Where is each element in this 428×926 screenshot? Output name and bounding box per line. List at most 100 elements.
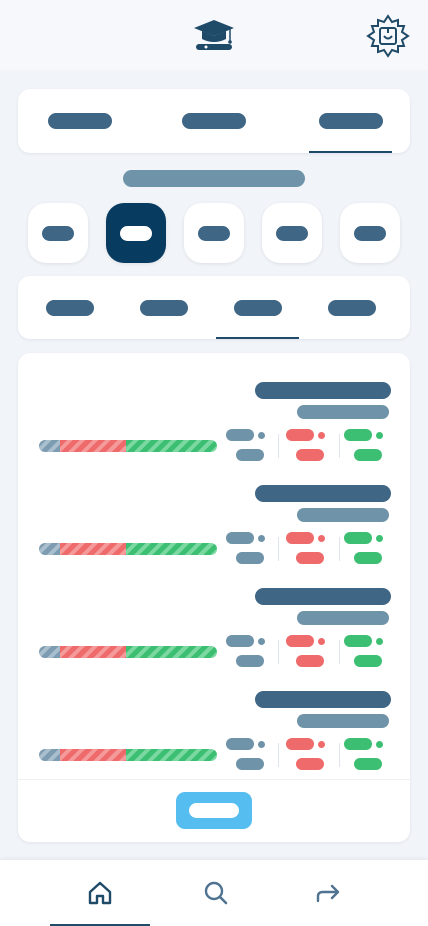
progress-segment-green: [126, 440, 217, 452]
filter-chip-4[interactable]: [262, 203, 322, 263]
progress-segment-grey: [39, 543, 60, 555]
chip-label: [42, 225, 74, 241]
stat-value: [286, 429, 314, 441]
progress-segment-green: [126, 543, 217, 555]
subtab-label: [328, 299, 376, 316]
tab-2[interactable]: [152, 89, 276, 153]
status-dot: [318, 535, 325, 542]
chip-label: [120, 225, 152, 241]
tab-label: [182, 113, 246, 129]
status-dot: [258, 741, 265, 748]
progress-segment-red: [60, 543, 126, 555]
results-list: [18, 353, 410, 842]
filter-chip-1[interactable]: [28, 203, 88, 263]
stat-value: [354, 552, 382, 564]
tab-label: [318, 113, 383, 129]
progress-segment-green: [126, 749, 217, 761]
tab-3[interactable]: [309, 89, 392, 153]
load-more-button[interactable]: [176, 792, 252, 829]
nav-search[interactable]: [166, 860, 266, 926]
subtab-2[interactable]: [122, 276, 206, 339]
search-icon: [204, 881, 228, 905]
list-item[interactable]: [18, 465, 410, 568]
graduation-cap-icon: [194, 20, 234, 50]
list-item[interactable]: [18, 671, 410, 774]
filter-chip-row: [28, 203, 400, 263]
app-header: [0, 0, 428, 70]
item-title: [255, 691, 391, 708]
tab-1[interactable]: [18, 89, 141, 153]
tab-label: [47, 113, 112, 129]
item-subtitle: [297, 714, 389, 728]
filter-chip-3[interactable]: [184, 203, 244, 263]
stat-value: [296, 449, 324, 461]
subtab-4[interactable]: [310, 276, 394, 339]
stat-value: [354, 449, 382, 461]
section-heading: [123, 170, 305, 187]
status-dot: [258, 638, 265, 645]
status-dot: [376, 638, 383, 645]
stat-value: [286, 532, 314, 544]
progress-segment-green: [126, 646, 217, 658]
progress-segment-grey: [39, 646, 60, 658]
button-label: [189, 803, 239, 818]
divider: [339, 434, 340, 458]
filter-chip-2[interactable]: [106, 203, 166, 263]
subtab-1[interactable]: [28, 276, 112, 339]
progress-bar: [39, 440, 217, 452]
list-item[interactable]: [18, 568, 410, 671]
item-subtitle: [297, 405, 389, 419]
chip-label: [276, 225, 308, 241]
stat-value: [236, 758, 264, 770]
stat-value: [354, 758, 382, 770]
chip-label: [198, 225, 230, 241]
progress-segment-grey: [39, 749, 60, 761]
divider: [278, 640, 279, 664]
nav-share[interactable]: [278, 860, 378, 926]
divider: [278, 743, 279, 767]
stat-value: [296, 655, 324, 667]
divider: [339, 640, 340, 664]
status-dot: [376, 432, 383, 439]
stat-value: [286, 738, 314, 750]
chip-label: [354, 225, 386, 241]
ornament-badge-icon[interactable]: [364, 12, 412, 60]
share-arrow-icon: [316, 884, 340, 903]
subtab-label: [140, 299, 188, 316]
stat-value: [286, 635, 314, 647]
divider: [278, 434, 279, 458]
subtab-label: [233, 299, 282, 316]
nav-home[interactable]: [50, 860, 150, 926]
status-dot: [258, 535, 265, 542]
stat-value: [226, 429, 254, 441]
top-tab-bar: [18, 89, 410, 153]
subtab-label: [46, 299, 94, 316]
stat-value: [296, 758, 324, 770]
item-subtitle: [297, 508, 389, 522]
stat-value: [344, 532, 372, 544]
progress-segment-grey: [39, 440, 60, 452]
divider: [339, 743, 340, 767]
stat-value: [344, 738, 372, 750]
progress-segment-red: [60, 646, 126, 658]
stat-value: [226, 635, 254, 647]
stat-value: [226, 532, 254, 544]
stat-value: [236, 655, 264, 667]
progress-segment-red: [60, 440, 126, 452]
stat-value: [236, 552, 264, 564]
subtab-3[interactable]: [216, 276, 299, 339]
status-dot: [258, 432, 265, 439]
progress-bar: [39, 543, 217, 555]
list-footer: [18, 779, 410, 842]
item-title: [255, 588, 391, 605]
stat-value: [296, 552, 324, 564]
list-item[interactable]: [18, 362, 410, 465]
stat-value: [354, 655, 382, 667]
stat-value: [344, 635, 372, 647]
stat-value: [344, 429, 372, 441]
item-subtitle: [297, 611, 389, 625]
status-dot: [318, 432, 325, 439]
filter-chip-5[interactable]: [340, 203, 400, 263]
item-title: [255, 382, 391, 399]
status-dot: [376, 535, 383, 542]
